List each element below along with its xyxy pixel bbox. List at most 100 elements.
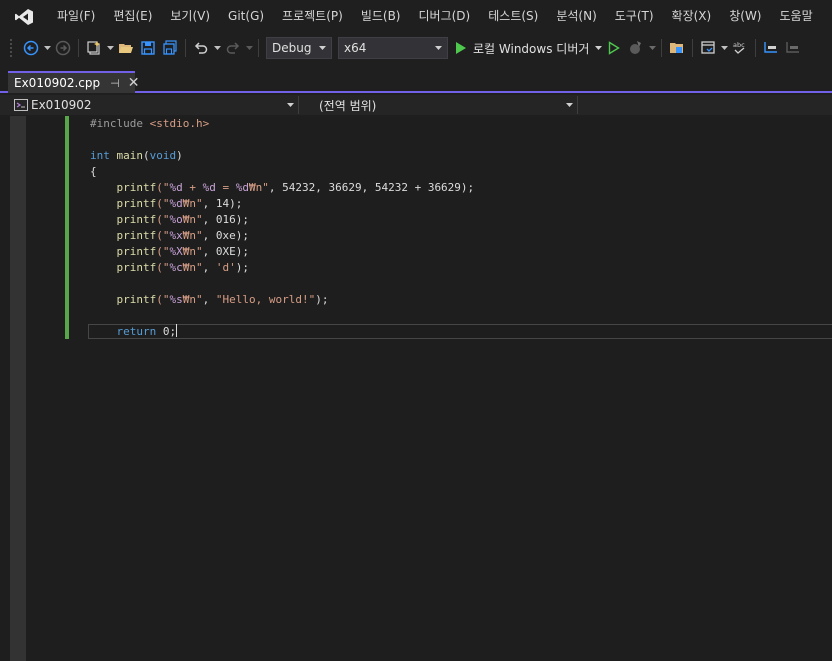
format-spec: %c [169, 261, 183, 274]
play-icon [456, 42, 466, 54]
solution-configuration-value: Debug [272, 41, 312, 55]
code-text[interactable]: #include <stdio.h> int main(void) { prin… [90, 116, 474, 340]
format-spec: %d [169, 197, 183, 210]
project-dropdown[interactable]: Ex010902 [10, 96, 298, 114]
code-line[interactable]: { [90, 164, 474, 180]
menu-project[interactable]: 프로젝트(P) [273, 0, 352, 33]
navigate-forward-icon[interactable] [52, 37, 74, 59]
solution-platform-dropdown[interactable]: x64 [338, 37, 448, 59]
paren: ( [143, 149, 150, 162]
string-literal: ₩n" [249, 181, 269, 194]
string-literal: (" [156, 245, 170, 258]
printf-call: printf [116, 245, 157, 258]
spell-check-icon[interactable]: abc [729, 37, 751, 59]
code-line[interactable] [90, 276, 474, 292]
start-debugging-button[interactable]: 로컬 Windows 디버거 [451, 37, 593, 59]
chevron-down-icon[interactable] [105, 37, 115, 59]
include-directive: #include [90, 117, 150, 130]
open-folder-icon[interactable] [115, 37, 137, 59]
cpp-project-icon [14, 99, 28, 111]
code-line[interactable]: int main(void) [90, 148, 474, 164]
menu-bar: 파일(F) 편집(E) 보기(V) Git(G) 프로젝트(P) 빌드(B) 디… [0, 0, 832, 33]
format-spec: %X [169, 245, 183, 258]
tab-ex010902-cpp[interactable]: Ex010902.cpp ⊣ ✕ [8, 71, 139, 93]
chevron-down-icon[interactable] [212, 37, 222, 59]
visual-studio-logo-icon[interactable] [0, 0, 48, 33]
menu-help[interactable]: 도움말 [771, 0, 822, 33]
solution-configuration-dropdown[interactable]: Debug [266, 37, 332, 59]
redo-icon[interactable] [222, 37, 244, 59]
return-value: 0; [156, 325, 177, 338]
code-line[interactable]: printf("%s₩n", "Hello, world!"); [90, 292, 474, 308]
toolbar-separator [755, 39, 757, 57]
code-editor[interactable]: #include <stdio.h> int main(void) { prin… [0, 116, 832, 661]
code-line[interactable] [90, 308, 474, 324]
navigate-back-icon[interactable] [20, 37, 42, 59]
window-layout-icon[interactable] [697, 37, 719, 59]
printf-call: printf [116, 181, 157, 194]
menu-view[interactable]: 보기(V) [161, 0, 219, 33]
scope-dropdown[interactable]: (전역 범위) [299, 96, 577, 114]
toolbar-separator [185, 39, 186, 57]
code-line[interactable]: printf("%o₩n", 016); [90, 212, 474, 228]
menu-window[interactable]: 창(W) [720, 0, 770, 33]
arguments: , 016); [202, 213, 249, 226]
toolbar-grip[interactable] [10, 39, 14, 57]
new-project-icon[interactable] [83, 37, 105, 59]
menu-git[interactable]: Git(G) [219, 0, 273, 33]
string-literal: = [215, 181, 236, 194]
arguments: ); [315, 293, 329, 306]
string-literal: ₩n" [182, 197, 203, 210]
save-icon[interactable] [137, 37, 159, 59]
solution-explorer-icon[interactable] [666, 37, 688, 59]
arguments: , [202, 261, 216, 274]
format-spec: %x [169, 229, 183, 242]
change-tracking-bar [65, 116, 69, 339]
glyph-margin[interactable] [10, 116, 26, 661]
close-icon[interactable]: ✕ [128, 75, 140, 91]
arguments: , [202, 293, 216, 306]
chevron-down-icon[interactable] [593, 37, 603, 59]
uncomment-selection-icon[interactable] [782, 37, 804, 59]
toolbar-separator [78, 39, 79, 57]
code-line[interactable] [90, 132, 474, 148]
code-line[interactable]: #include <stdio.h> [90, 116, 474, 132]
start-debugging-label: 로컬 Windows 디버거 [473, 41, 590, 56]
hot-reload-icon[interactable] [625, 37, 647, 59]
menu-build[interactable]: 빌드(B) [352, 0, 410, 33]
arguments: , 54232, 36629, 54232 + 36629); [268, 181, 475, 194]
menu-file[interactable]: 파일(F) [48, 0, 104, 33]
chevron-down-icon[interactable] [719, 37, 729, 59]
string-literal: ₩n" [182, 213, 203, 226]
toolbar-separator [661, 39, 663, 57]
comment-selection-icon[interactable] [760, 37, 782, 59]
menu-debug[interactable]: 디버그(D) [410, 0, 480, 33]
printf-call: printf [116, 261, 157, 274]
paren: ) [176, 149, 183, 162]
format-spec: %o [169, 213, 183, 226]
menu-test[interactable]: 테스트(S) [479, 0, 547, 33]
string-literal: (" [156, 261, 170, 274]
undo-icon[interactable] [190, 37, 212, 59]
code-line[interactable]: printf("%X₩n", 0XE); [90, 244, 474, 260]
chevron-down-icon[interactable] [647, 37, 657, 59]
menu-edit[interactable]: 편집(E) [104, 0, 161, 33]
menu-analyze[interactable]: 분석(N) [547, 0, 605, 33]
menu-extensions[interactable]: 확장(X) [663, 0, 721, 33]
format-spec: %d [202, 181, 216, 194]
chevron-down-icon[interactable] [42, 37, 52, 59]
code-line[interactable]: printf("%c₩n", 'd'); [90, 260, 474, 276]
start-without-debugging-icon[interactable] [603, 37, 625, 59]
save-all-icon[interactable] [159, 37, 181, 59]
code-line[interactable]: printf("%x₩n", 0xe); [90, 228, 474, 244]
code-line[interactable]: printf("%d₩n", 14); [90, 196, 474, 212]
string-literal: ₩n" [182, 261, 203, 274]
code-line[interactable]: printf("%d + %d = %d₩n", 54232, 36629, 5… [90, 180, 475, 196]
pin-icon[interactable]: ⊣ [110, 77, 120, 90]
tab-filename: Ex010902.cpp [14, 76, 101, 90]
menu-tools[interactable]: 도구(T) [606, 0, 663, 33]
printf-call: printf [116, 213, 157, 226]
code-line[interactable]: return 0; [90, 324, 474, 340]
keyword-void: void [149, 149, 177, 162]
chevron-down-icon[interactable] [244, 37, 254, 59]
